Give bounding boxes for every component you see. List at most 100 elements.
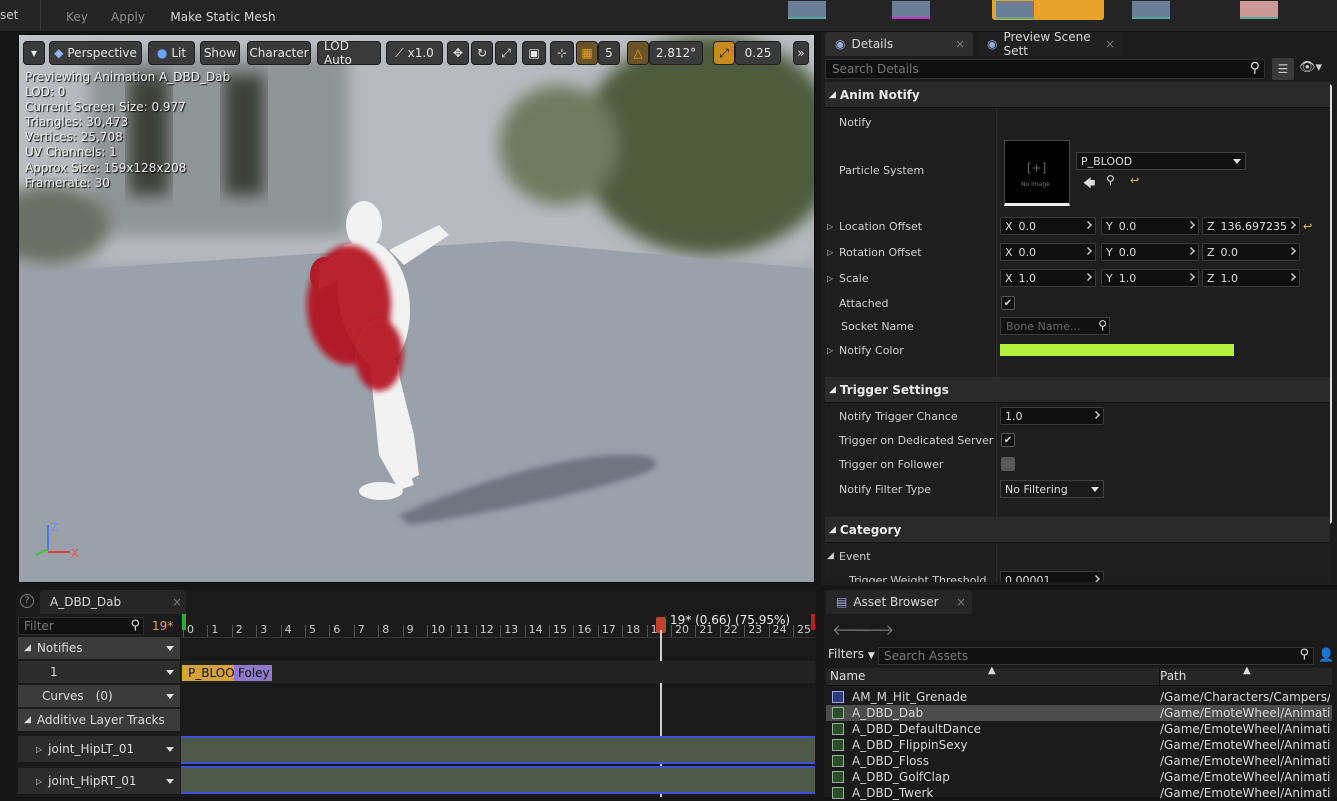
- notify-track-1[interactable]: 1: [18, 661, 180, 683]
- mode-tab-blueprint[interactable]: [1128, 0, 1174, 20]
- use-selected-arrow-icon[interactable]: 🡄: [1083, 174, 1095, 195]
- viewport-menu-button[interactable]: ▾: [23, 41, 45, 65]
- trigger-chance-field[interactable]: 1.0: [1000, 407, 1104, 425]
- lod-button[interactable]: LOD Auto: [317, 39, 381, 67]
- mode-tab-skeleton[interactable]: [784, 0, 830, 20]
- curves-track-header[interactable]: Curves (0): [18, 685, 180, 707]
- key-button[interactable]: Key: [60, 0, 94, 30]
- path-column-header[interactable]: Path: [1160, 669, 1186, 683]
- reset-yellow-icon[interactable]: ↩: [1130, 174, 1139, 187]
- joint-hiprt-lane[interactable]: [181, 766, 815, 794]
- socket-name-input[interactable]: Bone Name... ⚲: [1000, 317, 1110, 335]
- expand-arrow-icon[interactable]: ▷: [827, 346, 833, 355]
- track-filter-input[interactable]: Filter ⚲: [18, 617, 144, 635]
- surface-snap-toggle[interactable]: ⊹: [550, 41, 574, 65]
- notify-p-blood[interactable]: P_BLOOD: [182, 665, 236, 681]
- asset-search-input[interactable]: Search Assets ⚲: [878, 647, 1314, 665]
- asset-row[interactable]: A_DBD_Twerk /Game/EmoteWheel/Animation: [826, 785, 1332, 801]
- chevron-down-icon[interactable]: [166, 669, 174, 675]
- asset-row-selected[interactable]: A_DBD_Dab /Game/EmoteWheel/Animation: [826, 705, 1332, 721]
- reset-location-icon[interactable]: ↩: [1303, 220, 1312, 233]
- joint-hiprt-track[interactable]: ▷ joint_HipRT_01: [18, 768, 180, 794]
- apply-button[interactable]: Apply: [108, 0, 148, 30]
- close-icon[interactable]: ×: [956, 595, 966, 609]
- joint-hiplt-track[interactable]: ▷ joint_HipLT_01: [18, 736, 180, 762]
- filter-type-dropdown[interactable]: No Filtering: [1000, 480, 1104, 498]
- category-section[interactable]: ◢ Category: [825, 517, 1330, 543]
- chevron-down-icon[interactable]: [166, 746, 174, 752]
- rotation-x-field[interactable]: X 0.0: [1000, 243, 1096, 261]
- notify-lane[interactable]: [181, 661, 815, 683]
- tab-anim-sequence[interactable]: A_DBD_Dab ×: [40, 590, 186, 614]
- expand-arrow-icon[interactable]: ▷: [827, 248, 833, 257]
- rotate-tool-button[interactable]: ↻: [471, 41, 493, 65]
- playback-speed-button[interactable]: ⟋ x1.0: [386, 41, 443, 65]
- mode-tab-mesh[interactable]: [888, 0, 934, 20]
- trigger-settings-section[interactable]: ◢ Trigger Settings: [825, 377, 1330, 403]
- tab-asset-browser[interactable]: ▤ Asset Browser ×: [826, 590, 972, 614]
- lit-button[interactable]: ● Lit: [148, 41, 195, 65]
- forward-arrow-icon[interactable]: 🡒: [854, 620, 894, 639]
- angle-snap-toggle[interactable]: △: [627, 41, 649, 65]
- user-icon[interactable]: 👤: [1318, 648, 1334, 663]
- expand-arrow-icon[interactable]: ▷: [827, 274, 833, 283]
- property-matrix-button[interactable]: ☰: [1272, 58, 1294, 80]
- rotation-y-field[interactable]: Y 0.0: [1101, 243, 1199, 261]
- start-marker[interactable]: [182, 614, 186, 630]
- expand-arrow-icon[interactable]: ▷: [827, 222, 833, 231]
- scale-z-field[interactable]: Z 1.0: [1202, 269, 1300, 287]
- angle-value-dropdown[interactable]: 2.812°: [649, 41, 703, 65]
- help-icon[interactable]: ?: [20, 594, 34, 608]
- attached-checkbox[interactable]: ✔: [1001, 296, 1015, 310]
- chevron-down-icon[interactable]: [166, 693, 174, 699]
- asset-row[interactable]: A_DBD_DefaultDance /Game/EmoteWheel/Anim…: [826, 721, 1332, 737]
- end-marker[interactable]: [811, 614, 815, 630]
- notify-foley[interactable]: Foley: [234, 665, 272, 681]
- location-x-field[interactable]: X 0.0: [1000, 217, 1096, 235]
- world-local-toggle[interactable]: ▣: [522, 41, 546, 65]
- joint-hiplt-lane[interactable]: [181, 736, 815, 764]
- filters-dropdown[interactable]: Filters ▼: [828, 647, 876, 665]
- mode-tab-animation[interactable]: [992, 0, 1104, 20]
- weight-threshold-field[interactable]: 0.00001: [1000, 571, 1104, 582]
- grid-snap-toggle[interactable]: ▦: [576, 41, 598, 65]
- scale-value-dropdown[interactable]: 0.25: [735, 41, 781, 65]
- tab-preview-scene[interactable]: ◉ Preview Scene Sett ×: [977, 30, 1121, 58]
- scale-tool-button[interactable]: ⤢: [495, 41, 517, 65]
- notifies-track-header[interactable]: ◢ Notifies: [18, 637, 180, 659]
- scale-x-field[interactable]: X 1.0: [1000, 269, 1096, 287]
- particle-thumbnail[interactable]: [+] No Image: [1004, 140, 1070, 206]
- follower-checkbox[interactable]: [1001, 457, 1015, 471]
- viewport-expand-button[interactable]: »: [793, 41, 809, 65]
- grid-size-dropdown[interactable]: 5: [598, 41, 620, 65]
- rotation-z-field[interactable]: Z 0.0: [1202, 243, 1300, 261]
- perspective-button[interactable]: ◆ Perspective: [49, 41, 142, 65]
- mode-tab-physics[interactable]: [1236, 0, 1282, 20]
- chevron-down-icon[interactable]: [166, 645, 174, 651]
- scale-y-field[interactable]: Y 1.0: [1101, 269, 1199, 287]
- location-y-field[interactable]: Y 0.0: [1101, 217, 1199, 235]
- name-column-header[interactable]: Name: [830, 669, 865, 683]
- notify-color-swatch[interactable]: [1000, 344, 1234, 356]
- anim-notify-section[interactable]: ◢ Anim Notify: [825, 82, 1330, 108]
- asset-row[interactable]: A_DBD_FlippinSexy /Game/EmoteWheel/Anima…: [826, 737, 1332, 753]
- location-z-field[interactable]: Z 136.697235: [1202, 217, 1300, 235]
- translate-tool-button[interactable]: ✥: [447, 41, 469, 65]
- event-row[interactable]: ◢ Event: [825, 544, 1330, 568]
- particle-system-combo[interactable]: P_BLOOD: [1076, 152, 1246, 170]
- asset-row[interactable]: A_DBD_GolfClap /Game/EmoteWheel/Animatio…: [826, 769, 1332, 785]
- asset-row[interactable]: A_DBD_Floss /Game/EmoteWheel/Animation: [826, 753, 1332, 769]
- close-icon[interactable]: ×: [172, 595, 182, 609]
- character-button[interactable]: Character: [247, 41, 311, 65]
- chevron-down-icon[interactable]: [166, 778, 174, 784]
- scale-snap-toggle[interactable]: ⤢: [713, 41, 735, 65]
- additive-tracks-header[interactable]: ◢ Additive Layer Tracks: [18, 709, 180, 731]
- dedicated-server-checkbox[interactable]: ✔: [1001, 433, 1015, 447]
- tab-details[interactable]: ◉ Details ×: [825, 32, 973, 56]
- close-icon[interactable]: ×: [1105, 37, 1115, 51]
- visibility-eye-button[interactable]: 👁▾: [1299, 60, 1322, 75]
- details-search-input[interactable]: Search Details ⚲: [825, 59, 1265, 79]
- preview-viewport[interactable]: ▾ ◆ Perspective ● Lit Show Character LOD A…: [18, 34, 815, 583]
- show-button[interactable]: Show: [200, 41, 240, 65]
- close-icon[interactable]: ×: [955, 37, 965, 51]
